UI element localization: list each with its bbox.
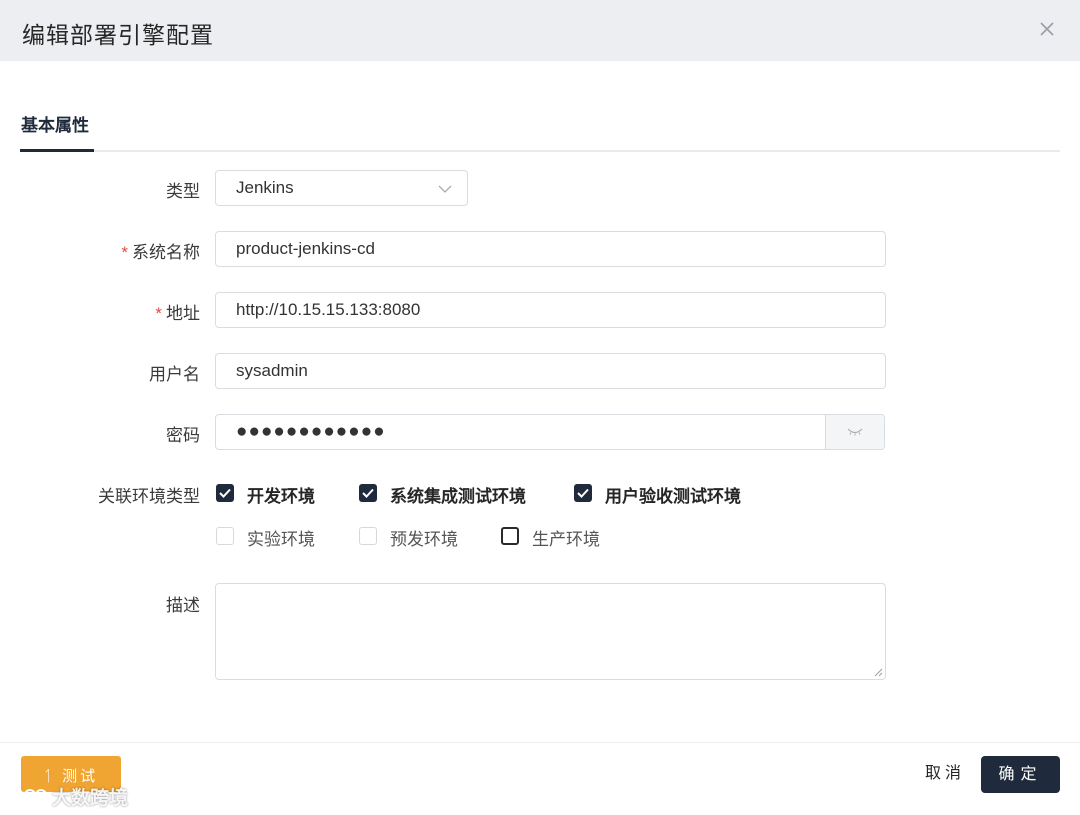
checkbox-staging-env[interactable] <box>359 527 377 545</box>
checkbox-label: 实验环境 <box>247 530 315 549</box>
required-mark: * <box>121 243 128 262</box>
cancel-button[interactable]: 取消 <box>919 758 971 790</box>
check-icon <box>219 488 231 498</box>
required-mark: * <box>155 304 162 323</box>
checkbox-production-env[interactable] <box>501 527 519 545</box>
description-label: 描述 <box>166 596 200 615</box>
password-label: 密码 <box>166 426 200 445</box>
eye-closed-icon <box>847 428 863 436</box>
resize-handle-icon[interactable] <box>873 667 883 677</box>
username-label: 用户名 <box>149 365 200 384</box>
dialog-header: 编辑部署引擎配置 <box>0 0 1080 61</box>
type-label: 类型 <box>166 182 200 201</box>
description-textarea[interactable] <box>215 583 886 680</box>
checkbox-label: 系统集成测试环境 <box>390 487 526 506</box>
active-tab-indicator <box>20 149 94 152</box>
watermark-logo-icon <box>8 787 47 805</box>
footer-divider <box>0 742 1080 743</box>
checkbox-dev-env[interactable] <box>216 484 234 502</box>
check-icon <box>577 488 589 498</box>
checkbox-label: 预发环境 <box>390 530 458 549</box>
dialog-title: 编辑部署引擎配置 <box>22 22 214 48</box>
watermark-text: 大数跨境 <box>52 788 129 809</box>
tab-basic-properties[interactable]: 基本属性 <box>20 112 90 152</box>
username-input[interactable] <box>215 353 886 389</box>
checkbox-sit-env[interactable] <box>359 484 377 502</box>
check-icon <box>362 488 374 498</box>
confirm-button[interactable]: 确定 <box>981 756 1060 793</box>
password-input[interactable]: ●●●●●●●●●●●● <box>215 414 885 450</box>
type-select-value: Jenkins <box>236 178 294 197</box>
checkbox-uat-env[interactable] <box>574 484 592 502</box>
type-select[interactable]: Jenkins <box>215 170 468 206</box>
address-input[interactable] <box>215 292 886 328</box>
checkbox-experiment-env[interactable] <box>216 527 234 545</box>
tab-bar: 基本属性 <box>20 112 1060 152</box>
close-icon[interactable] <box>1036 18 1058 40</box>
chevron-down-icon <box>438 185 452 193</box>
system-name-label: * 系统名称 <box>121 243 200 262</box>
system-name-input[interactable] <box>215 231 886 267</box>
checkbox-label: 生产环境 <box>532 530 600 549</box>
address-label: * 地址 <box>155 304 200 323</box>
password-masked-value: ●●●●●●●●●●●● <box>236 421 386 442</box>
checkbox-label: 开发环境 <box>247 487 315 506</box>
password-visibility-toggle[interactable] <box>825 415 884 449</box>
env-types-label: 关联环境类型 <box>98 487 200 506</box>
checkbox-label: 用户验收测试环境 <box>605 487 741 506</box>
